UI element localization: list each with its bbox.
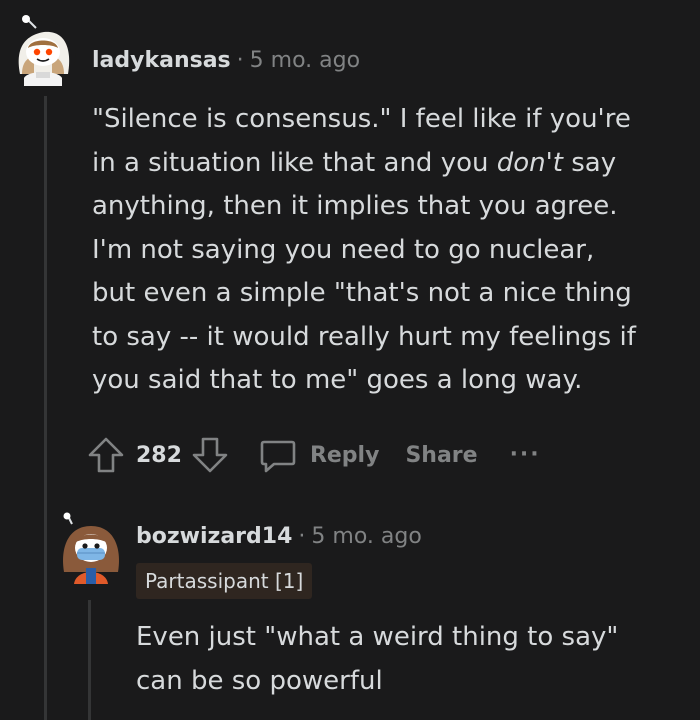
- comment-line: you said that to me" goes a long way.: [92, 365, 583, 395]
- reply-thread-line[interactable]: [88, 600, 91, 720]
- comment-thread: ladykansas · 5 mo. ago "Silence is consens…: [0, 0, 700, 720]
- downvote-arrow-icon: [192, 437, 228, 473]
- reply-meta: bozwizard14 · 5 mo. ago: [136, 524, 422, 549]
- reply-button[interactable]: Reply: [258, 435, 380, 475]
- downvote-button[interactable]: [190, 435, 230, 475]
- reply-body: Even just "what a weird thing to say" ca…: [136, 616, 686, 703]
- comment-line: I'm not saying you need to go nuclear,: [92, 234, 595, 265]
- reply-line: Even just "what a weird thing to say": [136, 622, 619, 652]
- snoo-avatar-icon: [63, 512, 119, 584]
- comment-body: "Silence is consensus." I feel like if y…: [92, 98, 692, 403]
- meta-separator: ·: [236, 48, 244, 73]
- reply-line: can be so powerful: [136, 665, 383, 696]
- snoo-avatar-icon: [10, 15, 76, 87]
- vote-count: 282: [136, 442, 182, 468]
- comment-text: say: [562, 147, 617, 178]
- reply-username[interactable]: bozwizard14: [136, 524, 292, 549]
- comment-line: but even a simple "that's not a nice thi…: [92, 278, 632, 308]
- comment-line: "Silence is consensus." I feel like if y…: [92, 104, 631, 134]
- avatar[interactable]: [6, 14, 80, 88]
- comment-bubble-icon: [260, 440, 296, 473]
- comment-line: in a situation like that and you don't s…: [92, 142, 692, 186]
- comment-line: to say -- it would really hurt my feelin…: [92, 321, 636, 352]
- timestamp[interactable]: 5 mo. ago: [250, 48, 360, 73]
- comment-text: in a situation like that and you: [92, 147, 497, 178]
- reply-timestamp[interactable]: 5 mo. ago: [311, 524, 421, 549]
- user-flair: Partassipant [1]: [136, 563, 313, 599]
- comment-emphasis: don't: [496, 147, 563, 178]
- upvote-button[interactable]: [86, 435, 126, 475]
- more-options-button[interactable]: ···: [510, 444, 541, 466]
- meta-separator: ·: [298, 524, 306, 549]
- reply-label: Reply: [309, 442, 380, 468]
- comment-meta: ladykansas · 5 mo. ago: [92, 48, 360, 73]
- share-button[interactable]: Share: [405, 443, 477, 468]
- comment-actions: 282 Reply Share ···: [86, 432, 541, 478]
- comment-line: anything, then it implies that you agree…: [92, 191, 618, 221]
- reply-avatar[interactable]: [58, 512, 124, 584]
- thread-line[interactable]: [44, 96, 47, 720]
- username[interactable]: ladykansas: [92, 48, 231, 73]
- upvote-arrow-icon: [88, 437, 124, 473]
